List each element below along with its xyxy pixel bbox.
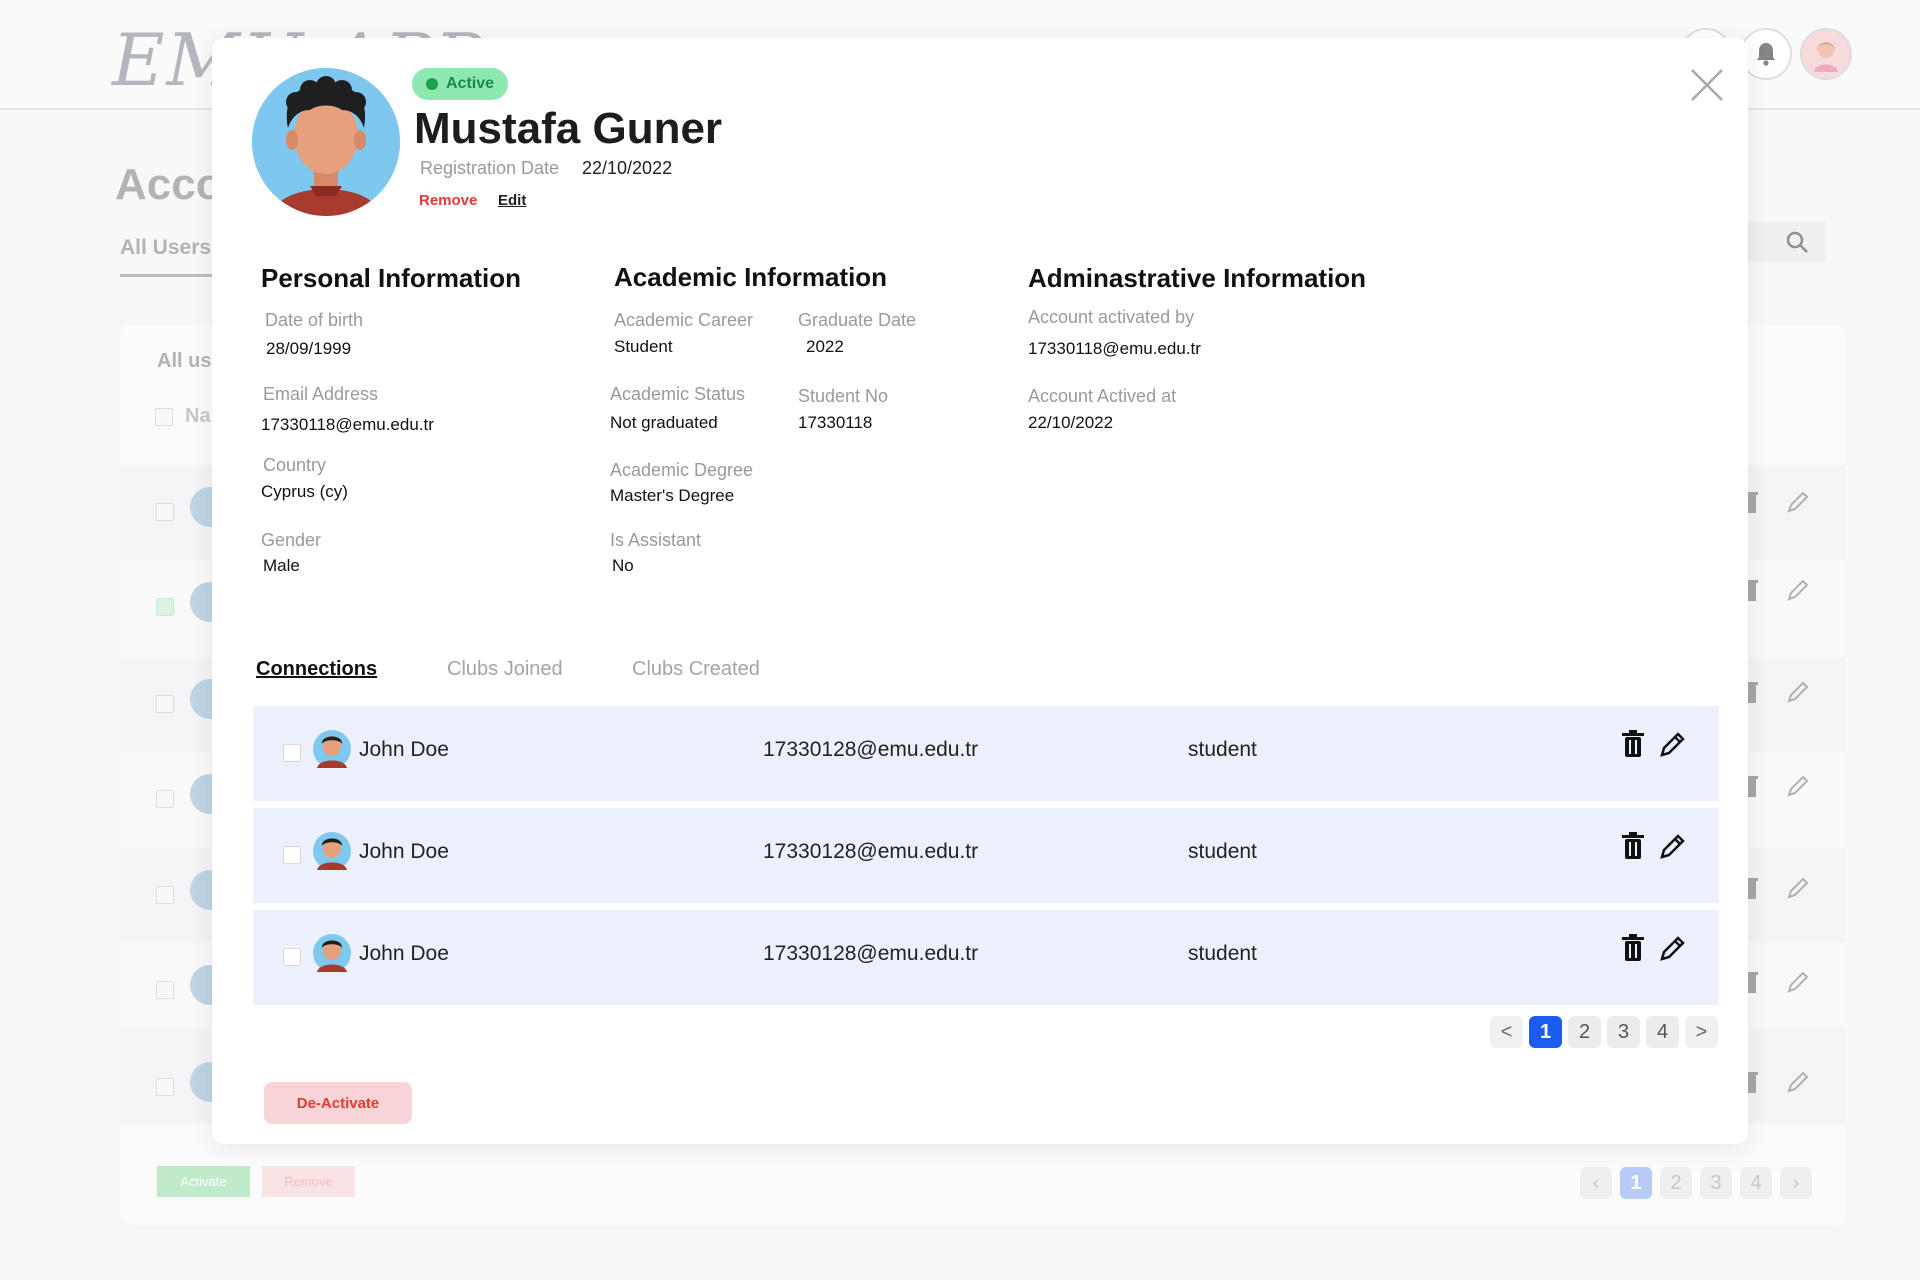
- connection-email: 17330128@emu.edu.tr: [763, 738, 979, 761]
- activated-by-value: 17330118@emu.edu.tr: [1028, 339, 1201, 358]
- page-button[interactable]: 2: [1568, 1016, 1601, 1048]
- pagination: < 1 2 3 4 >: [1490, 1016, 1718, 1048]
- connection-name: John Doe: [359, 738, 449, 761]
- graduate-date-value: 2022: [806, 337, 844, 356]
- avatar: [313, 832, 351, 870]
- connection-row: John Doe 17330128@emu.edu.tr student: [253, 910, 1719, 1005]
- tab-connections[interactable]: Connections: [256, 658, 377, 681]
- status-dot-icon: [426, 78, 438, 90]
- avatar: [313, 730, 351, 768]
- pencil-icon[interactable]: [1659, 934, 1687, 962]
- gender-label: Gender: [261, 530, 322, 550]
- tab-clubs-joined[interactable]: Clubs Joined: [447, 658, 563, 681]
- status-label: Active: [446, 75, 495, 92]
- deactivate-button[interactable]: De-Activate: [264, 1082, 412, 1124]
- row-checkbox[interactable]: [283, 948, 301, 966]
- row-checkbox[interactable]: [283, 744, 301, 762]
- gender-value: Male: [263, 556, 300, 575]
- connection-role: student: [1188, 942, 1257, 965]
- is-assistant-label: Is Assistant: [610, 530, 702, 550]
- connection-email: 17330128@emu.edu.tr: [763, 840, 979, 863]
- connection-role: student: [1188, 840, 1257, 863]
- connection-role: student: [1188, 738, 1257, 761]
- trash-icon[interactable]: [1621, 730, 1645, 758]
- tab-clubs-created[interactable]: Clubs Created: [632, 658, 760, 681]
- user-detail-modal: Active Mustafa Guner Registration Date 2…: [212, 38, 1748, 1144]
- student-no-value: 17330118: [798, 413, 873, 432]
- country-value: Cyprus (cy): [261, 482, 348, 501]
- page-button[interactable]: 4: [1646, 1016, 1679, 1048]
- page-button[interactable]: 1: [1529, 1016, 1562, 1048]
- academic-degree-value: Master's Degree: [610, 486, 735, 505]
- activated-by-label: Account activated by: [1028, 307, 1195, 327]
- academic-status-value: Not graduated: [610, 413, 718, 432]
- remove-profile-link[interactable]: Remove: [419, 192, 477, 209]
- admin-info-title: Adminastrative Information: [1028, 263, 1367, 293]
- connection-email: 17330128@emu.edu.tr: [763, 942, 979, 965]
- trash-icon[interactable]: [1621, 832, 1645, 860]
- academic-degree-label: Academic Degree: [610, 460, 754, 480]
- connection-row: John Doe 17330128@emu.edu.tr student: [253, 808, 1719, 903]
- profile-name: Mustafa Guner: [414, 104, 723, 153]
- row-checkbox[interactable]: [283, 846, 301, 864]
- academic-career-value: Student: [614, 337, 673, 356]
- activated-at-label: Account Actived at: [1028, 386, 1177, 406]
- email-label: Email Address: [263, 384, 379, 404]
- connection-row: John Doe 17330128@emu.edu.tr student: [253, 706, 1719, 801]
- activated-at-value: 22/10/2022: [1028, 413, 1114, 432]
- page-button[interactable]: 3: [1607, 1016, 1640, 1048]
- connection-name: John Doe: [359, 840, 449, 863]
- academic-info-title: Academic Information: [614, 262, 888, 292]
- registration-date-label: Registration Date: [420, 158, 560, 178]
- pencil-icon[interactable]: [1659, 730, 1687, 758]
- trash-icon[interactable]: [1621, 934, 1645, 962]
- edit-profile-link[interactable]: Edit: [498, 192, 526, 209]
- registration-date-value: 22/10/2022: [582, 158, 673, 178]
- next-page-button[interactable]: >: [1685, 1016, 1718, 1048]
- academic-career-label: Academic Career: [614, 310, 754, 330]
- graduate-date-label: Graduate Date: [798, 310, 917, 330]
- email-value: 17330118@emu.edu.tr: [261, 415, 434, 434]
- country-label: Country: [263, 455, 327, 475]
- connection-name: John Doe: [359, 942, 449, 965]
- avatar: [313, 934, 351, 972]
- dob-value: 28/09/1999: [266, 339, 352, 358]
- is-assistant-value: No: [612, 556, 634, 575]
- prev-page-button[interactable]: <: [1490, 1016, 1523, 1048]
- student-no-label: Student No: [798, 386, 889, 406]
- academic-status-label: Academic Status: [610, 384, 746, 404]
- personal-info-title: Personal Information: [261, 263, 522, 293]
- profile-avatar: [252, 68, 400, 216]
- status-badge: Active: [412, 68, 509, 100]
- dob-label: Date of birth: [265, 310, 364, 330]
- pencil-icon[interactable]: [1659, 832, 1687, 860]
- close-icon[interactable]: [1684, 62, 1730, 108]
